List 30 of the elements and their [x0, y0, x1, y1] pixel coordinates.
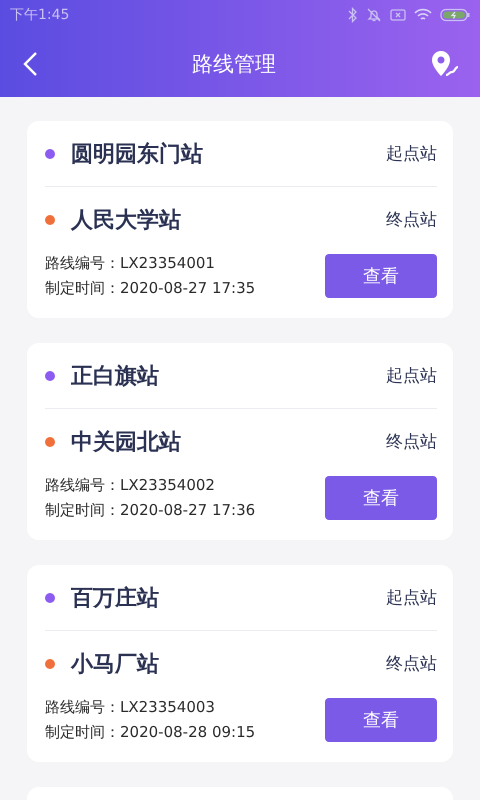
route-number: 路线编号：LX23354003 — [45, 698, 216, 717]
page-title: 路线管理 — [192, 50, 276, 78]
station-name: 百万庄站 — [71, 584, 160, 612]
bluetooth-icon — [348, 7, 358, 23]
battery-icon — [440, 8, 470, 22]
station-role: 起点站 — [386, 365, 437, 387]
route-pin-icon[interactable] — [430, 50, 460, 78]
route-number: 路线编号：LX23354001 — [45, 254, 216, 273]
station-name: 正白旗站 — [71, 362, 160, 390]
view-button[interactable]: 查看 — [325, 698, 437, 742]
route-time: 制定时间：2020-08-27 17:35 — [45, 279, 256, 298]
route-time: 制定时间：2020-08-27 17:36 — [45, 501, 256, 520]
station-name: 圆明园东门站 — [71, 140, 204, 168]
wifi-icon — [414, 8, 432, 22]
view-button[interactable]: 查看 — [325, 476, 437, 520]
view-button[interactable]: 查看 — [325, 254, 437, 298]
station-role: 起点站 — [386, 143, 437, 165]
bell-off-icon — [366, 7, 382, 23]
station-name: 小马厂站 — [71, 650, 160, 678]
station-name: 中关园北站 — [71, 428, 182, 456]
station-role: 终点站 — [386, 431, 437, 453]
sim-icon — [390, 8, 406, 22]
station-role: 终点站 — [386, 209, 437, 231]
station-name: 人民大学站 — [71, 206, 182, 234]
status-time: 下午1:45 — [10, 6, 70, 24]
station-role: 终点站 — [386, 653, 437, 675]
back-icon[interactable] — [22, 50, 38, 76]
station-role: 起点站 — [386, 587, 437, 609]
route-number: 路线编号：LX23354002 — [45, 476, 216, 495]
route-time: 制定时间：2020-08-28 09:15 — [45, 723, 256, 742]
